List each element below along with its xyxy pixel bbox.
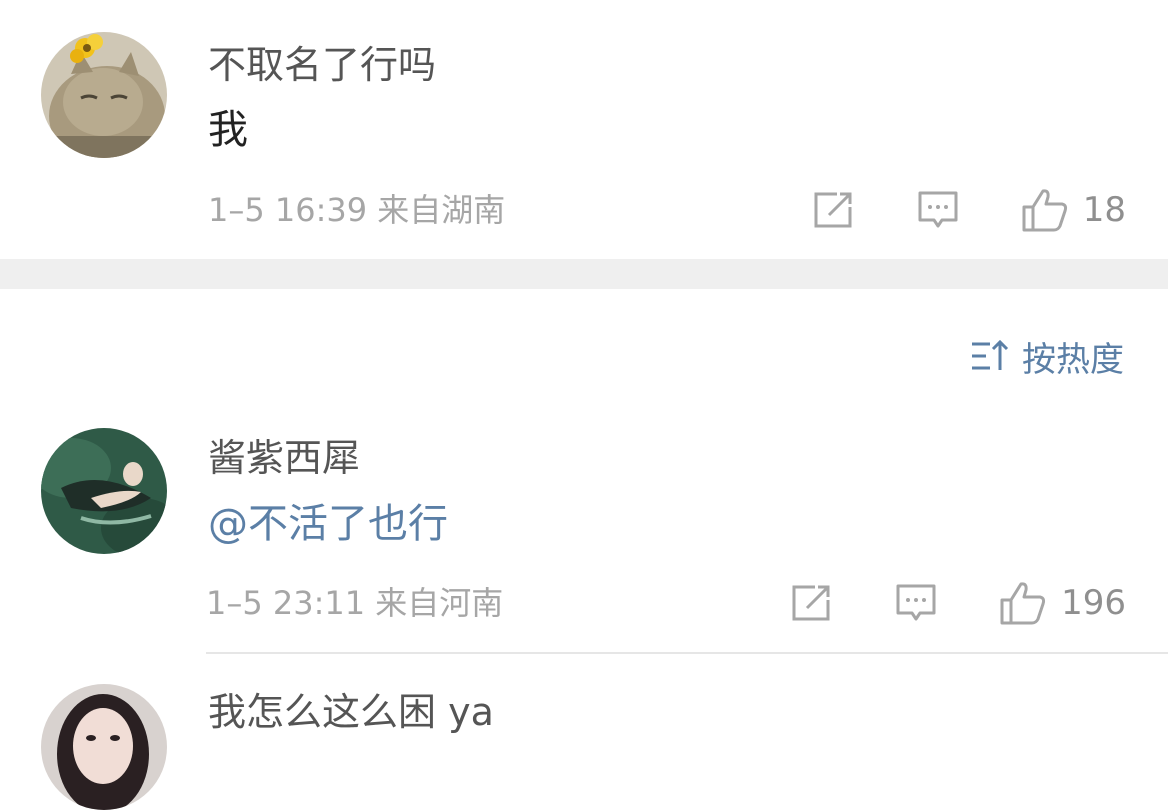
avatar-image-portrait [41,684,167,810]
username[interactable]: 我怎么这么困 ya [208,688,494,736]
avatar[interactable] [41,684,167,810]
comment-item: 我怎么这么困 ya [0,0,1168,810]
